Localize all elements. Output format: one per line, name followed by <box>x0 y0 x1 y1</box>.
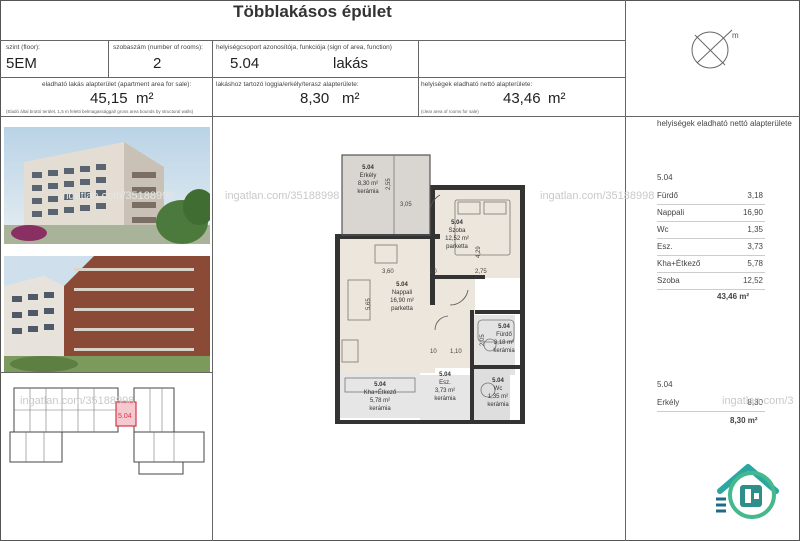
divider-col2 <box>212 40 213 116</box>
side-heading: helyiségek eladható nettó alapterülete <box>657 119 792 128</box>
room-label-name: Esz. <box>439 380 451 386</box>
compass-label: m <box>732 31 739 40</box>
room-label-area: 12,52 m² <box>445 236 469 242</box>
room-label-area: 16,90 m² <box>390 298 414 304</box>
id-code: 5.04 <box>230 55 260 72</box>
net-area-value: 43,46 <box>503 90 541 107</box>
room-label-area: 8,30 m² <box>358 181 378 187</box>
room-label-code: 5.04 <box>374 382 386 388</box>
room-label-area: 1,35 m² <box>488 394 508 400</box>
room-label-floor: parketta <box>446 244 468 250</box>
loggia-label: lakáshoz tartozó loggia/erkély/terasz al… <box>216 81 359 88</box>
room-label-name: Erkély <box>360 173 377 179</box>
dimension-label: 3,05 <box>400 202 412 208</box>
side-unit-code: 5.04 <box>657 173 673 182</box>
side-balcony-code: 5.04 <box>657 380 673 389</box>
divider-col1 <box>108 40 109 77</box>
dimension-label: 10 <box>430 269 437 275</box>
room-label-code: 5.04 <box>396 282 408 288</box>
sale-area-unit: m² <box>136 90 154 107</box>
key-plan-highlight-label: 5.04 <box>118 413 132 420</box>
sale-area-label: eladható lakás alapterület (apartment ar… <box>42 81 192 88</box>
side-total: 43,46 m² <box>717 292 750 301</box>
room-label-name: Nappali <box>392 290 412 296</box>
dimension-label: 2,75 <box>475 269 487 275</box>
room-label-name: Fürdő <box>496 332 512 338</box>
dimension-label: 10 <box>430 349 437 355</box>
watermark-text: ingatlan.com/3 <box>722 395 794 407</box>
room-label-code: 5.04 <box>439 372 451 378</box>
building-render-2 <box>4 256 210 372</box>
divider-photos <box>0 372 212 373</box>
building-render-1 <box>4 127 210 244</box>
room-label-code: 5.04 <box>362 165 374 171</box>
room-label-code: 5.04 <box>498 324 510 330</box>
side-balcony-total: 8,30 m² <box>730 416 758 425</box>
dimension-label: 2,55 <box>386 178 392 190</box>
net-area-note: (clear area of rooms for sale) <box>421 109 479 114</box>
room-label-code: 5.04 <box>492 378 504 384</box>
room-label-floor: kerámia <box>434 396 456 402</box>
rooms-value: 2 <box>153 55 162 72</box>
side-room-row: Kha+Étkező 5,78 <box>657 255 765 273</box>
room-label-area: 3,73 m² <box>435 388 455 394</box>
side-room-row: Wc 1,35 <box>657 221 765 239</box>
side-room-row: Esz. 3,73 <box>657 238 765 256</box>
divider-row2 <box>0 116 800 117</box>
sale-area-note: (Eladó által bruttó terület, 1,5 m felet… <box>6 109 194 114</box>
room-label-area: 3,18 m² <box>494 340 514 346</box>
brand-logo <box>716 464 779 519</box>
room-label-floor: kerámia <box>487 402 509 408</box>
room-label-area: 5,78 m² <box>370 398 390 404</box>
dimension-label: 4,29 <box>476 246 482 258</box>
rooms-label: szobaszám (number of rooms): <box>113 44 203 51</box>
loggia-value: 8,30 <box>300 90 330 107</box>
floor-value: 5EM <box>6 55 37 72</box>
divider-main-vertical <box>625 0 626 541</box>
north-arrow: m <box>691 29 739 69</box>
dimension-label: 2,05 <box>480 334 486 346</box>
divider-title <box>0 40 625 41</box>
divider-col3 <box>418 40 419 116</box>
room-label-floor: kerámia <box>357 189 379 195</box>
watermark-text: ingatlan.com/35188998 <box>540 190 655 202</box>
watermark-text: ingatlan.com/35188998 <box>20 395 135 407</box>
room-label-floor: kerámia <box>493 348 515 354</box>
watermark-text: ingatlan.com/35188998 <box>60 190 175 202</box>
net-area-unit: m² <box>548 90 566 107</box>
room-label-code: 5.04 <box>451 220 463 226</box>
sale-area-value: 45,15 <box>90 90 128 107</box>
net-area-label: helyiségek eladható nettó alapterülete: <box>421 81 533 88</box>
watermark-text: ingatlan.com/35188998 <box>225 190 340 202</box>
side-room-row: Fürdő 3,18 <box>657 187 765 205</box>
room-label-name: Szoba <box>448 228 466 234</box>
loggia-unit: m² <box>342 90 360 107</box>
side-room-row: Szoba 12,52 <box>657 272 765 290</box>
divider-row1 <box>0 77 625 78</box>
page-title: Többlakásos épület <box>233 2 392 21</box>
room-label-floor: parketta <box>391 306 413 312</box>
room-label-name: Kha+Étkező <box>364 389 397 396</box>
dimension-label: 1,10 <box>450 349 462 355</box>
id-label: helyiségcsoport azonosítója, funkciója (… <box>216 44 392 51</box>
room-label-floor: kerámia <box>369 406 391 412</box>
dimension-label: 3,60 <box>382 269 394 275</box>
divider-plan-left <box>212 116 213 541</box>
apartment-floor-plan: 5.04 Erkély 8,30 m² kerámia 5.04 Szoba 1… <box>335 154 525 424</box>
dimension-label: 5,65 <box>366 298 372 310</box>
side-room-row: Nappali 16,90 <box>657 204 765 222</box>
room-label-name: Wc <box>494 386 503 392</box>
id-function: lakás <box>333 55 369 72</box>
floor-label: szint (floor): <box>6 44 40 51</box>
